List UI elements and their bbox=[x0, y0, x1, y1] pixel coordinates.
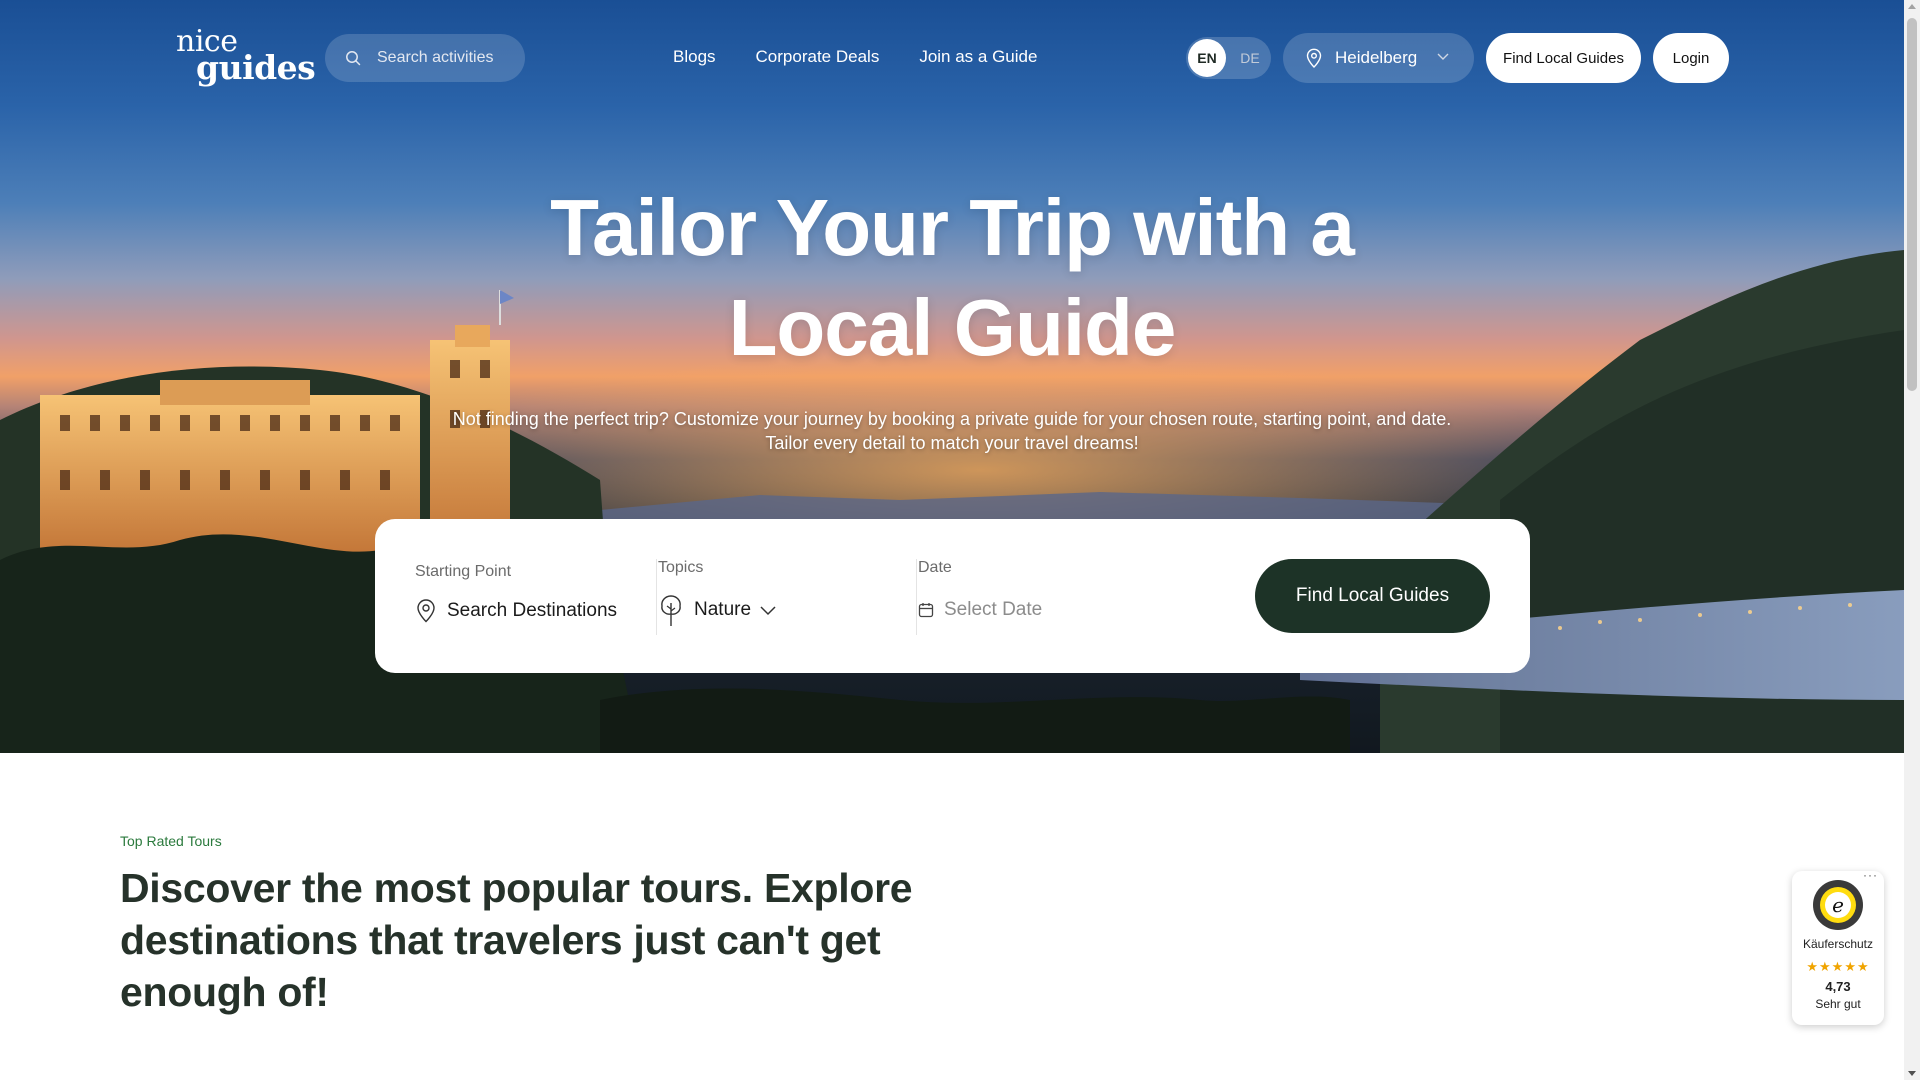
main-nav-links: Blogs Corporate Deals Join as a Guide bbox=[673, 46, 1037, 68]
date-label: Date bbox=[918, 559, 952, 576]
tree-icon bbox=[661, 595, 681, 626]
city-name: Heidelberg bbox=[1335, 48, 1418, 67]
trusted-shops-badge[interactable]: ··· e Käuferschutz ★★★★★ 4,73 Sehr gut bbox=[1792, 868, 1884, 1025]
search-activities-input[interactable] bbox=[377, 49, 527, 67]
rating-text: Sehr gut bbox=[1815, 997, 1861, 1011]
date-picker-field[interactable]: Date Select Date bbox=[918, 559, 1218, 635]
star-rating-icon: ★★★★★ bbox=[1806, 959, 1870, 974]
field-divider bbox=[656, 559, 657, 635]
starting-point-field[interactable]: Starting Point Search Destinations bbox=[415, 559, 641, 635]
scrollbar-thumb[interactable] bbox=[1907, 18, 1917, 391]
starting-point-label: Starting Point bbox=[415, 563, 512, 580]
location-pin-icon bbox=[417, 599, 435, 623]
location-pin-icon bbox=[1306, 48, 1322, 68]
field-divider bbox=[916, 559, 917, 635]
lang-option-en[interactable]: EN bbox=[1188, 39, 1226, 77]
chevron-down-icon bbox=[1437, 53, 1449, 60]
buyer-protection-label: Käuferschutz bbox=[1802, 937, 1874, 951]
find-local-guides-button[interactable]: Find Local Guides bbox=[1255, 559, 1490, 633]
language-switcher: EN DE bbox=[1186, 37, 1271, 79]
activity-search-bar[interactable] bbox=[325, 34, 527, 82]
hero-subtitle: Not finding the perfect trip? Customize … bbox=[452, 409, 1452, 453]
nav-link-corporate-deals[interactable]: Corporate Deals bbox=[756, 46, 880, 68]
nav-link-join-as-guide[interactable]: Join as a Guide bbox=[919, 46, 1037, 68]
calendar-icon bbox=[918, 603, 934, 618]
page-scrollbar[interactable] bbox=[1904, 0, 1920, 1080]
starting-point-value: Search Destinations bbox=[447, 600, 618, 621]
nice-guides-logo[interactable]: nice guides bbox=[176, 24, 316, 88]
svg-text:e: e bbox=[1832, 893, 1844, 917]
rating-value: 4,73 bbox=[1825, 979, 1851, 994]
top-navigation: nice guides Blogs Corporate Deals Join a… bbox=[0, 0, 1904, 116]
hero-title: Tailor Your Trip with a Local Guide bbox=[550, 183, 1355, 372]
find-local-guides-nav-button[interactable]: Find Local Guides bbox=[1486, 33, 1641, 83]
city-selector[interactable]: Heidelberg bbox=[1283, 33, 1474, 83]
section-eyebrow: Top Rated Tours bbox=[120, 833, 222, 849]
hero-section: nice guides Blogs Corporate Deals Join a… bbox=[0, 0, 1904, 753]
lang-option-de[interactable]: DE bbox=[1231, 39, 1269, 77]
guide-search-card: Starting Point Search Destinations Topic… bbox=[375, 519, 1530, 673]
scroll-down-arrow-icon[interactable] bbox=[1908, 1071, 1916, 1076]
nav-link-blogs[interactable]: Blogs bbox=[673, 46, 716, 68]
topics-value: Nature bbox=[694, 599, 752, 620]
search-icon bbox=[346, 51, 361, 66]
more-options-icon[interactable]: ··· bbox=[1863, 868, 1878, 882]
chevron-down-icon bbox=[760, 606, 776, 616]
date-placeholder: Select Date bbox=[944, 599, 1043, 620]
topics-label: Topics bbox=[658, 559, 704, 576]
login-button[interactable]: Login bbox=[1653, 33, 1729, 83]
topics-dropdown[interactable]: Topics Nature bbox=[658, 559, 903, 635]
logo-line2: guides bbox=[196, 48, 316, 87]
section-title: Discover the most popular tours. Explore… bbox=[120, 865, 913, 1015]
scroll-up-arrow-icon[interactable] bbox=[1908, 4, 1916, 9]
trusted-shops-seal-icon: e bbox=[1813, 880, 1863, 930]
